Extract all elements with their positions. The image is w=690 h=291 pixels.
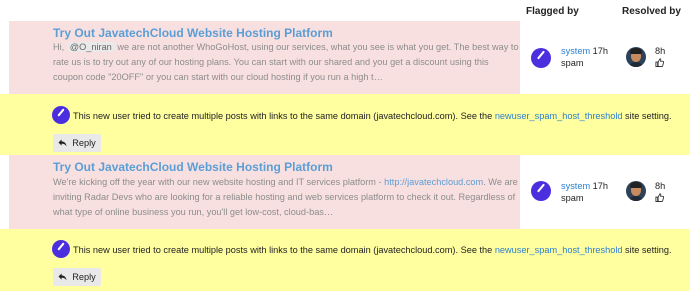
system-avatar[interactable] <box>531 48 551 68</box>
post-excerpt: We're kicking off the year with our new … <box>53 177 518 217</box>
user-mention[interactable]: @O_niran <box>66 42 115 52</box>
spam-notice: This new user tried to create multiple p… <box>0 94 690 155</box>
flag-time: 17h <box>592 46 609 56</box>
system-avatar <box>52 106 70 124</box>
flagger-name[interactable]: system <box>561 181 590 191</box>
flag-info: system 17h spam <box>561 180 608 204</box>
resolved-time: 8h <box>655 46 666 56</box>
flagged-post: Try Out JavatechCloud Website Hosting Pl… <box>9 155 520 229</box>
flag-type: spam <box>561 58 584 68</box>
system-avatar[interactable] <box>531 181 551 201</box>
resolved-time: 8h <box>655 181 666 191</box>
flagged-post: Try Out JavatechCloud Website Hosting Pl… <box>9 21 520 94</box>
notice-text: This new user tried to create multiple p… <box>73 245 672 255</box>
flag-info: system 17h spam <box>561 45 608 69</box>
flag-type: spam <box>561 193 584 203</box>
setting-link[interactable]: newuser_spam_host_threshold <box>495 245 623 255</box>
flagged-by-header: Flagged by <box>526 6 579 17</box>
post-excerpt: Hi, @O_niran we are not another WhoGoHos… <box>53 42 519 82</box>
resolver-avatar[interactable] <box>626 47 646 67</box>
resolver-avatar[interactable] <box>626 181 646 201</box>
post-link[interactable]: http://javatechcloud.com <box>384 177 483 187</box>
setting-link[interactable]: newuser_spam_host_threshold <box>495 111 623 121</box>
reply-arrow-icon <box>58 139 67 147</box>
thumbs-up-icon <box>655 193 664 202</box>
flag-time: 17h <box>592 181 609 191</box>
system-avatar <box>52 240 70 258</box>
flagger-name[interactable]: system <box>561 46 590 56</box>
thumbs-up-icon <box>655 58 664 67</box>
post-title[interactable]: Try Out JavatechCloud Website Hosting Pl… <box>53 160 333 174</box>
reply-button[interactable]: Reply <box>53 134 101 152</box>
reply-arrow-icon <box>58 273 67 281</box>
post-title[interactable]: Try Out JavatechCloud Website Hosting Pl… <box>53 26 333 40</box>
resolved-by-header: Resolved by <box>622 6 681 17</box>
spam-notice: This new user tried to create multiple p… <box>0 229 690 291</box>
reply-button[interactable]: Reply <box>53 268 101 286</box>
notice-text: This new user tried to create multiple p… <box>73 111 672 121</box>
